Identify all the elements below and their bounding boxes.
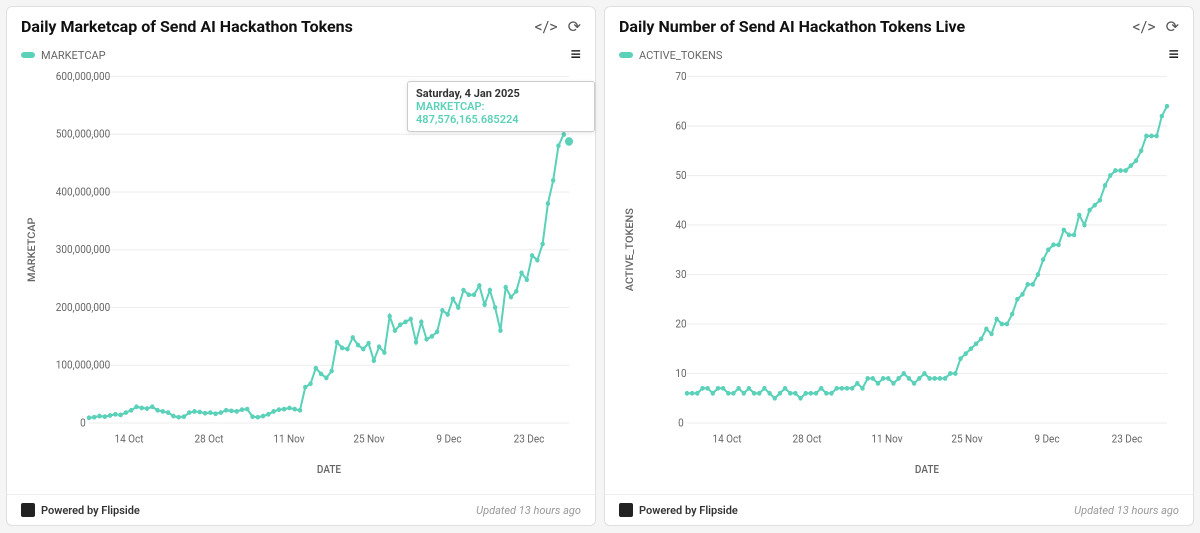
- svg-text:60: 60: [675, 119, 686, 133]
- legend-item[interactable]: ACTIVE_TOKENS: [619, 49, 722, 62]
- header-actions: </> ⟳: [534, 17, 581, 36]
- code-icon[interactable]: </>: [534, 17, 557, 36]
- svg-text:ACTIVE_TOKENS: ACTIVE_TOKENS: [623, 208, 635, 291]
- svg-text:20: 20: [675, 317, 686, 331]
- svg-text:50: 50: [675, 168, 686, 182]
- flipside-logo-icon: [21, 503, 35, 517]
- active-tokens-card: Daily Number of Send AI Hackathon Tokens…: [604, 6, 1194, 526]
- svg-text:14 Oct: 14 Oct: [114, 432, 144, 446]
- card-footer: Powered by Flipside Updated 13 hours ago: [7, 494, 595, 525]
- svg-text:25 Nov: 25 Nov: [951, 432, 982, 446]
- svg-text:10: 10: [675, 366, 686, 380]
- svg-text:9 Dec: 9 Dec: [436, 432, 462, 446]
- code-icon[interactable]: </>: [1132, 17, 1155, 36]
- legend-row: ACTIVE_TOKENS ≡: [605, 40, 1193, 66]
- svg-text:9 Dec: 9 Dec: [1034, 432, 1060, 446]
- flipside-logo-icon: [619, 503, 633, 517]
- refresh-icon[interactable]: ⟳: [1166, 17, 1179, 36]
- legend-item[interactable]: MARKETCAP: [21, 49, 106, 62]
- chart-title: Daily Marketcap of Send AI Hackathon Tok…: [21, 17, 353, 36]
- svg-text:300,000,000: 300,000,000: [56, 243, 111, 257]
- svg-text:400,000,000: 400,000,000: [56, 185, 111, 199]
- updated-text: Updated 13 hours ago: [1074, 504, 1179, 517]
- svg-text:0: 0: [80, 416, 86, 430]
- powered-text: Powered by Flipside: [41, 504, 140, 517]
- svg-text:30: 30: [675, 267, 686, 281]
- svg-text:23 Dec: 23 Dec: [514, 432, 545, 446]
- svg-text:11 Nov: 11 Nov: [273, 432, 304, 446]
- svg-text:40: 40: [675, 218, 686, 232]
- chart-plot-left[interactable]: 0 100,000,000 200,000,000 300,000,000 400,00…: [7, 66, 595, 494]
- svg-text:500,000,000: 500,000,000: [56, 127, 111, 141]
- refresh-icon[interactable]: ⟳: [568, 17, 581, 36]
- svg-text:DATE: DATE: [915, 463, 939, 477]
- chart-plot-right[interactable]: 0 10 20 30 40 50 60 70 14 Oct 28 Oct 11 Nov 25 Nov 9…: [605, 66, 1193, 494]
- svg-text:100,000,000: 100,000,000: [56, 358, 111, 372]
- card-footer: Powered by Flipside Updated 13 hours ago: [605, 494, 1193, 525]
- card-header: Daily Number of Send AI Hackathon Tokens…: [605, 7, 1193, 40]
- legend-label: MARKETCAP: [41, 49, 106, 62]
- marketcap-card: Daily Marketcap of Send AI Hackathon Tok…: [6, 6, 596, 526]
- svg-text:23 Dec: 23 Dec: [1112, 432, 1143, 446]
- svg-text:11 Nov: 11 Nov: [871, 432, 902, 446]
- svg-text:0: 0: [678, 416, 684, 430]
- card-header: Daily Marketcap of Send AI Hackathon Tok…: [7, 7, 595, 40]
- updated-text: Updated 13 hours ago: [476, 504, 581, 517]
- svg-text:MARKETCAP: MARKETCAP: [25, 217, 37, 282]
- powered-text: Powered by Flipside: [639, 504, 738, 517]
- legend-label: ACTIVE_TOKENS: [639, 49, 722, 62]
- svg-text:25 Nov: 25 Nov: [353, 432, 384, 446]
- powered-by[interactable]: Powered by Flipside: [21, 503, 140, 517]
- legend-dot-icon: [21, 52, 35, 58]
- svg-text:28 Oct: 28 Oct: [194, 432, 224, 446]
- header-actions: </> ⟳: [1132, 17, 1179, 36]
- powered-by[interactable]: Powered by Flipside: [619, 503, 738, 517]
- svg-text:DATE: DATE: [317, 463, 341, 477]
- legend-row: MARKETCAP ≡: [7, 40, 595, 66]
- hamburger-icon[interactable]: ≡: [570, 46, 581, 64]
- svg-text:14 Oct: 14 Oct: [712, 432, 742, 446]
- chart-title: Daily Number of Send AI Hackathon Tokens…: [619, 17, 965, 36]
- svg-text:28 Oct: 28 Oct: [792, 432, 822, 446]
- svg-text:70: 70: [675, 70, 686, 83]
- legend-dot-icon: [619, 52, 633, 58]
- svg-text:600,000,000: 600,000,000: [56, 70, 111, 83]
- hamburger-icon[interactable]: ≡: [1168, 46, 1179, 64]
- svg-text:200,000,000: 200,000,000: [56, 300, 111, 314]
